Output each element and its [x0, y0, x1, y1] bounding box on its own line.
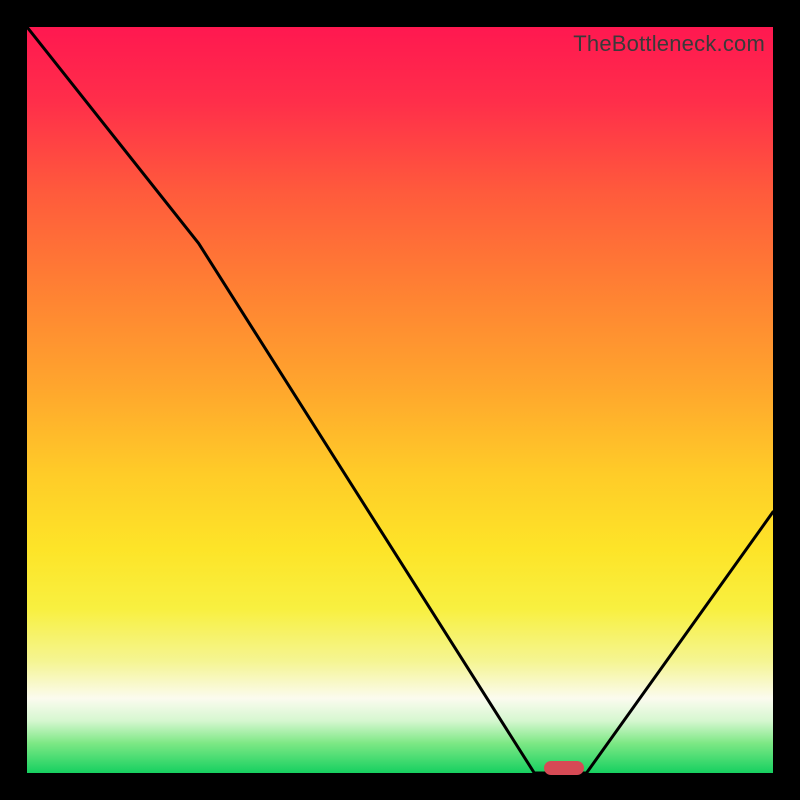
chart-frame: TheBottleneck.com — [0, 0, 800, 800]
optimal-marker — [544, 761, 584, 775]
watermark-text: TheBottleneck.com — [573, 31, 765, 57]
bottleneck-curve — [27, 27, 773, 773]
plot-area: TheBottleneck.com — [27, 27, 773, 773]
